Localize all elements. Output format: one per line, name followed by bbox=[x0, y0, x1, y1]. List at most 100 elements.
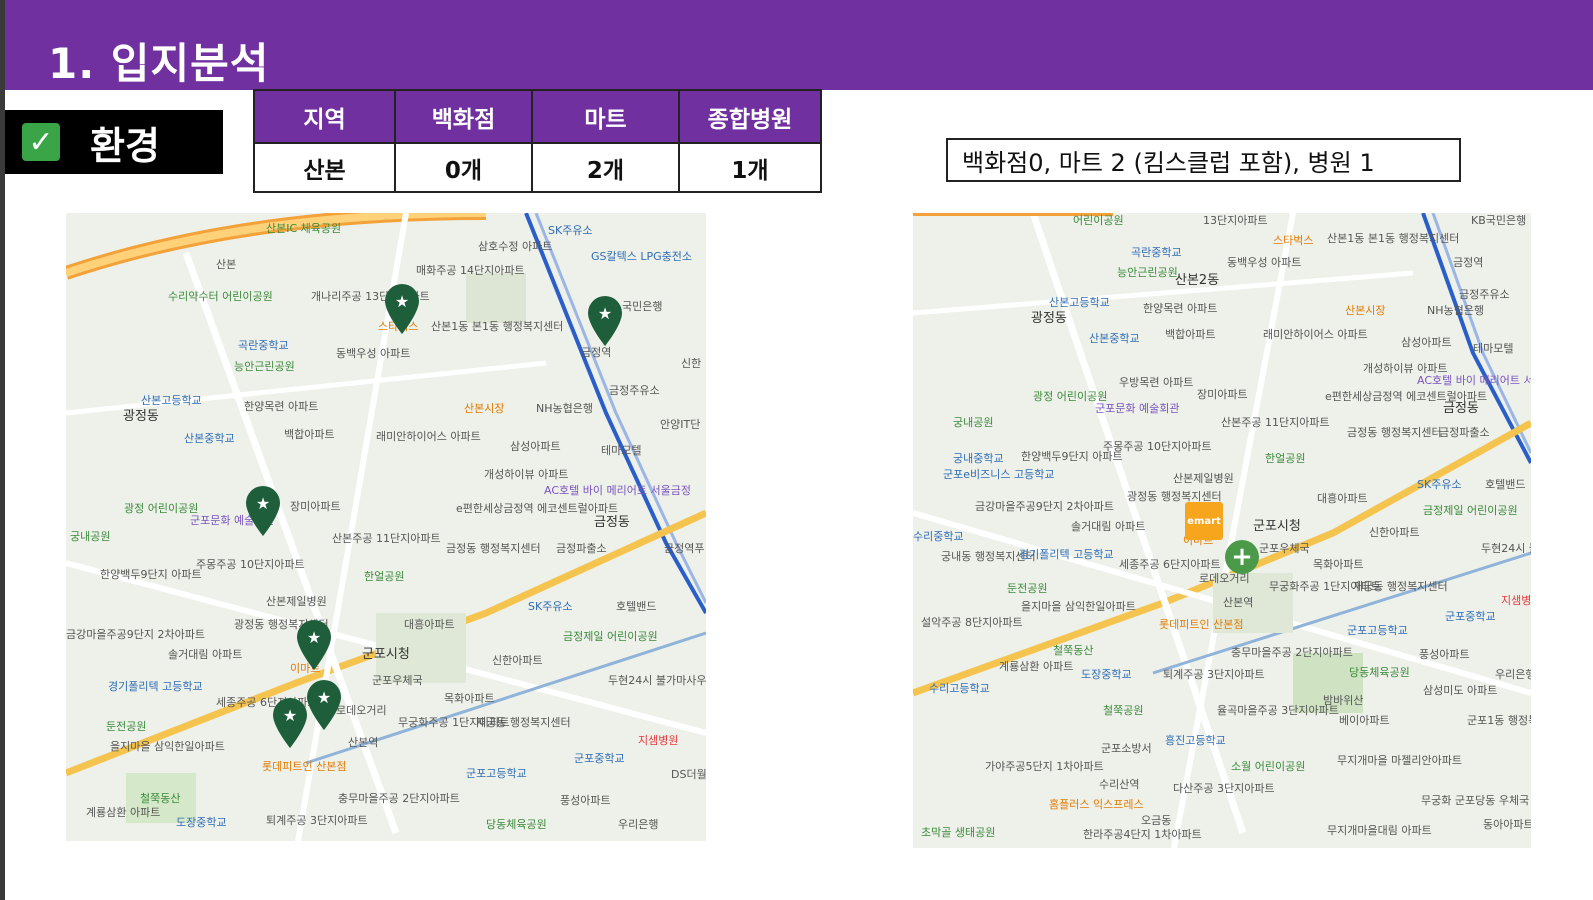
map-label: 한양백두9단지 아파트 bbox=[100, 568, 202, 581]
location-marker-icon[interactable]: ★ bbox=[244, 485, 282, 537]
map-label: 국민은행 bbox=[622, 300, 663, 313]
map-label: GS칼텍스 LPG충전소 bbox=[591, 250, 693, 263]
map-label: 산본중학교 bbox=[184, 432, 235, 445]
map-label: 충무마을주공 2단지아파트 bbox=[1231, 646, 1353, 659]
map-label: 금정동 행정복지센터 bbox=[446, 542, 541, 555]
map-label: 산본주공 11단지아파트 bbox=[332, 532, 441, 545]
map-label: 롯데피트인 산본점 bbox=[1159, 618, 1244, 631]
map-label: 풍성아파트 bbox=[1419, 648, 1470, 661]
map-label: 둔전공원 bbox=[1007, 582, 1048, 595]
map-label: 산본1동 본1동 행정복지센터 bbox=[431, 320, 564, 333]
map-label: 군포1동 행정복지센터 bbox=[1467, 714, 1531, 727]
map-label: 경기폴리텍 고등학교 bbox=[108, 680, 203, 693]
map-label: 궁내공원 bbox=[953, 416, 994, 429]
map-label: 곡란중학교 bbox=[238, 339, 289, 352]
map-label: 한얼공원 bbox=[364, 570, 405, 583]
map-label: 롯데피트인 산본점 bbox=[262, 760, 347, 773]
map-label: 스타벅스 bbox=[1273, 234, 1314, 247]
map-label: 한양목련 아파트 bbox=[1143, 302, 1218, 315]
map-label: 오금동 bbox=[1141, 814, 1172, 827]
map-label: 금정제일 어린이공원 bbox=[563, 630, 658, 643]
svg-text:★: ★ bbox=[395, 292, 409, 311]
svg-text:★: ★ bbox=[598, 304, 612, 323]
map-label: 솔거대림 아파트 bbox=[1071, 520, 1146, 533]
map-label: 베이아파트 bbox=[1339, 714, 1390, 727]
map-label: 금정파출소 bbox=[1439, 426, 1490, 439]
map-label: 대흥아파트 bbox=[404, 618, 455, 631]
map-label: 능안근린공원 bbox=[1117, 266, 1178, 279]
map-label: 계룡삼환 아파트 bbox=[86, 806, 161, 819]
map-label: 을지마을 삼익한일아파트 bbox=[110, 740, 225, 753]
map-label: NH농협은행 bbox=[536, 402, 593, 415]
map-label: 산본제일병원 bbox=[1173, 472, 1234, 485]
location-marker-icon[interactable]: ★ bbox=[295, 619, 333, 671]
map-label: 장미아파트 bbox=[290, 500, 341, 513]
map-label: 산본2동 bbox=[1175, 273, 1220, 288]
map-label: 어린이공원 bbox=[1073, 214, 1124, 227]
map-label: 군포우체국 bbox=[372, 674, 423, 687]
map-label: 금정역 bbox=[581, 346, 612, 359]
svg-text:★: ★ bbox=[256, 494, 270, 513]
map-label: SK주유소 bbox=[1417, 478, 1462, 491]
map-label: 금정파출소 bbox=[556, 542, 607, 555]
location-marker-icon[interactable]: ★ bbox=[305, 679, 343, 731]
map-label: 래미안하이어스 아파트 bbox=[1263, 328, 1368, 341]
map-label: 충무마을주공 2단지아파트 bbox=[338, 792, 460, 805]
map-label: 가야주공5단지 1차아파트 bbox=[985, 760, 1104, 773]
map-label: 13단지아파트 bbox=[1203, 214, 1268, 227]
location-marker-icon[interactable]: ★ bbox=[383, 283, 421, 335]
right-map[interactable]: 어린이공원 13단지아파트 스타벅스 산본1동 본1동 행정복지센터 KB국민은… bbox=[913, 213, 1531, 848]
hospital-cross-icon[interactable]: + bbox=[1225, 540, 1259, 574]
map-label: 백합아파트 bbox=[284, 428, 335, 441]
map-label: 래미안하이어스 아파트 bbox=[376, 430, 481, 443]
map-label: 산본고등학교 bbox=[141, 394, 202, 407]
map-label: 로데오거리 bbox=[1199, 572, 1250, 585]
map-label: 풍성아파트 bbox=[560, 794, 611, 807]
map-label: 우리은행 bbox=[1495, 668, 1531, 681]
summary-note: 백화점0, 마트 2 (킴스클럽 포함), 병원 1 bbox=[946, 138, 1461, 182]
map-label: 수리고등학교 bbox=[929, 682, 990, 695]
map-label: 경기폴리텍 고등학교 bbox=[1019, 548, 1114, 561]
map-label: 당동체육공원 bbox=[486, 818, 547, 831]
svg-text:★: ★ bbox=[307, 628, 321, 647]
header-bar: 1. 입지분석 bbox=[5, 0, 1593, 90]
map-label: 한라주공4단지 1차아파트 bbox=[1083, 828, 1202, 841]
map-label: 퇴계주공 3단지아파트 bbox=[266, 814, 368, 827]
map-label: 당동체육공원 bbox=[1349, 666, 1410, 679]
map-label: 철쭉동산 bbox=[1053, 644, 1094, 657]
location-marker-icon[interactable]: ★ bbox=[586, 295, 624, 347]
table-row: 산본 0개 2개 1개 bbox=[253, 142, 822, 193]
map-label: 삼성아파트 bbox=[510, 440, 561, 453]
map-label: 로데오거리 bbox=[336, 704, 387, 717]
map-label: DS더월 아파트 bbox=[671, 768, 706, 781]
map-label: 금정주유소 bbox=[1459, 288, 1510, 301]
map-label: 금정제일 어린이공원 bbox=[1423, 504, 1518, 517]
map-label: 무궁화 군포당동 우체국 bbox=[1421, 794, 1530, 807]
map-label: 삼호수정 아파트 bbox=[478, 240, 553, 253]
map-label: 신한아파트 bbox=[492, 654, 543, 667]
map-label: 광정 어린이공원 bbox=[124, 502, 199, 515]
map-label: 궁내공원 bbox=[70, 530, 111, 543]
map-label: 군포소방서 bbox=[1101, 742, 1152, 755]
map-label: 무지개마을 마젤리안아파트 bbox=[1337, 754, 1462, 767]
map-label: 동백우성 아파트 bbox=[336, 347, 411, 360]
left-map[interactable]: 산본IC 체육공원 산본 수리약수터 어린이공원 개나리주공 13단지아파트 매… bbox=[66, 213, 706, 841]
map-label: 삼성아파트 bbox=[1401, 336, 1452, 349]
map-label: 산본시장 bbox=[464, 402, 505, 415]
location-marker-icon[interactable]: ★ bbox=[271, 697, 309, 749]
map-label: 매화주공 14단지아파트 bbox=[416, 264, 525, 277]
map-label: 산본시장 bbox=[1345, 304, 1386, 317]
map-label: 목화아파트 bbox=[1313, 558, 1364, 571]
page-title: 1. 입지분석 bbox=[48, 39, 270, 88]
map-label: 철쭉공원 bbox=[1103, 704, 1144, 717]
map-label: 우리은행 bbox=[618, 818, 659, 831]
emart-marker-icon[interactable]: emart bbox=[1185, 502, 1223, 540]
map-label: KB국민은행 bbox=[1471, 214, 1527, 227]
map-label: 지샘병원 bbox=[638, 734, 679, 747]
map-label: 우방목련 아파트 bbox=[1119, 376, 1194, 389]
map-label: 금강마을주공9단지 2차아파트 bbox=[975, 500, 1114, 513]
map-label: 동아아파트 bbox=[1483, 818, 1531, 831]
map-label: 도장중학교 bbox=[1081, 668, 1132, 681]
table-header-row: 지역 백화점 마트 종합병원 bbox=[253, 89, 822, 144]
map-label: NH농협은행 bbox=[1427, 304, 1484, 317]
